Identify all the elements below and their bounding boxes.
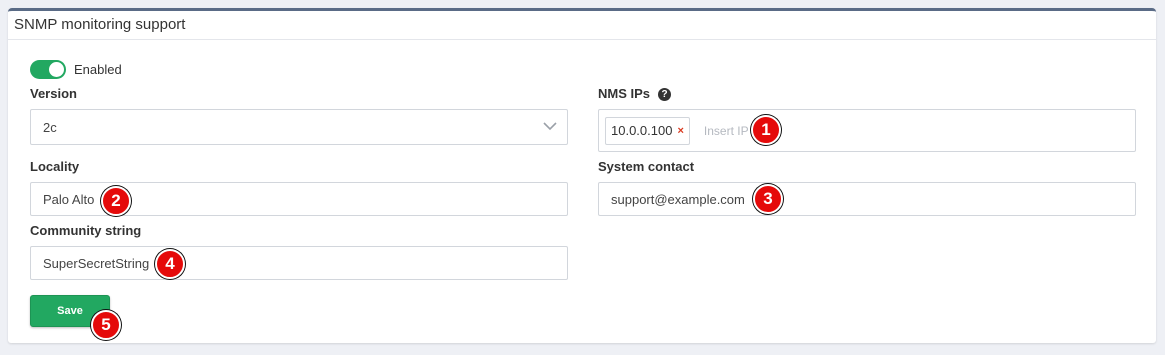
callout-marker-3: 3 [753, 184, 783, 214]
callout-marker-4: 4 [155, 249, 185, 279]
locality-value: Palo Alto [43, 191, 95, 207]
snmp-panel: SNMP monitoring support Enabled Version … [8, 8, 1156, 343]
community-string-value: SuperSecretString [43, 255, 150, 271]
remove-tag-icon[interactable]: × [677, 125, 683, 137]
system-contact-field[interactable]: support@example.com [598, 182, 1136, 216]
community-string-field[interactable]: SuperSecretString [30, 246, 568, 280]
switch-knob [49, 61, 64, 77]
nms-ips-tag-input[interactable]: 10.0.0.100 × [598, 109, 1136, 152]
callout-marker-5: 5 [91, 310, 121, 340]
enabled-toggle-row: Enabled [30, 58, 122, 80]
version-label: Version [30, 86, 77, 101]
nms-ip-tag: 10.0.0.100 × [605, 116, 690, 145]
version-selected-value: 2c [43, 119, 57, 135]
enabled-label: Enabled [74, 61, 122, 77]
system-contact-label: System contact [598, 159, 695, 174]
nms-ip-tag-value: 10.0.0.100 [611, 123, 673, 138]
version-select[interactable]: 2c [30, 109, 568, 145]
nms-ips-label: NMS IPs? [598, 86, 672, 101]
community-string-label: Community string [30, 223, 142, 238]
nms-ips-label-text: NMS IPs [598, 86, 651, 101]
chevron-down-icon [543, 122, 557, 131]
locality-label: Locality [30, 159, 80, 174]
panel-title: SNMP monitoring support [8, 11, 1156, 40]
system-contact-value: support@example.com [611, 191, 745, 207]
callout-marker-1: 1 [751, 115, 781, 145]
enabled-switch[interactable] [30, 59, 66, 79]
callout-marker-2: 2 [101, 186, 131, 216]
help-icon[interactable]: ? [658, 88, 672, 101]
